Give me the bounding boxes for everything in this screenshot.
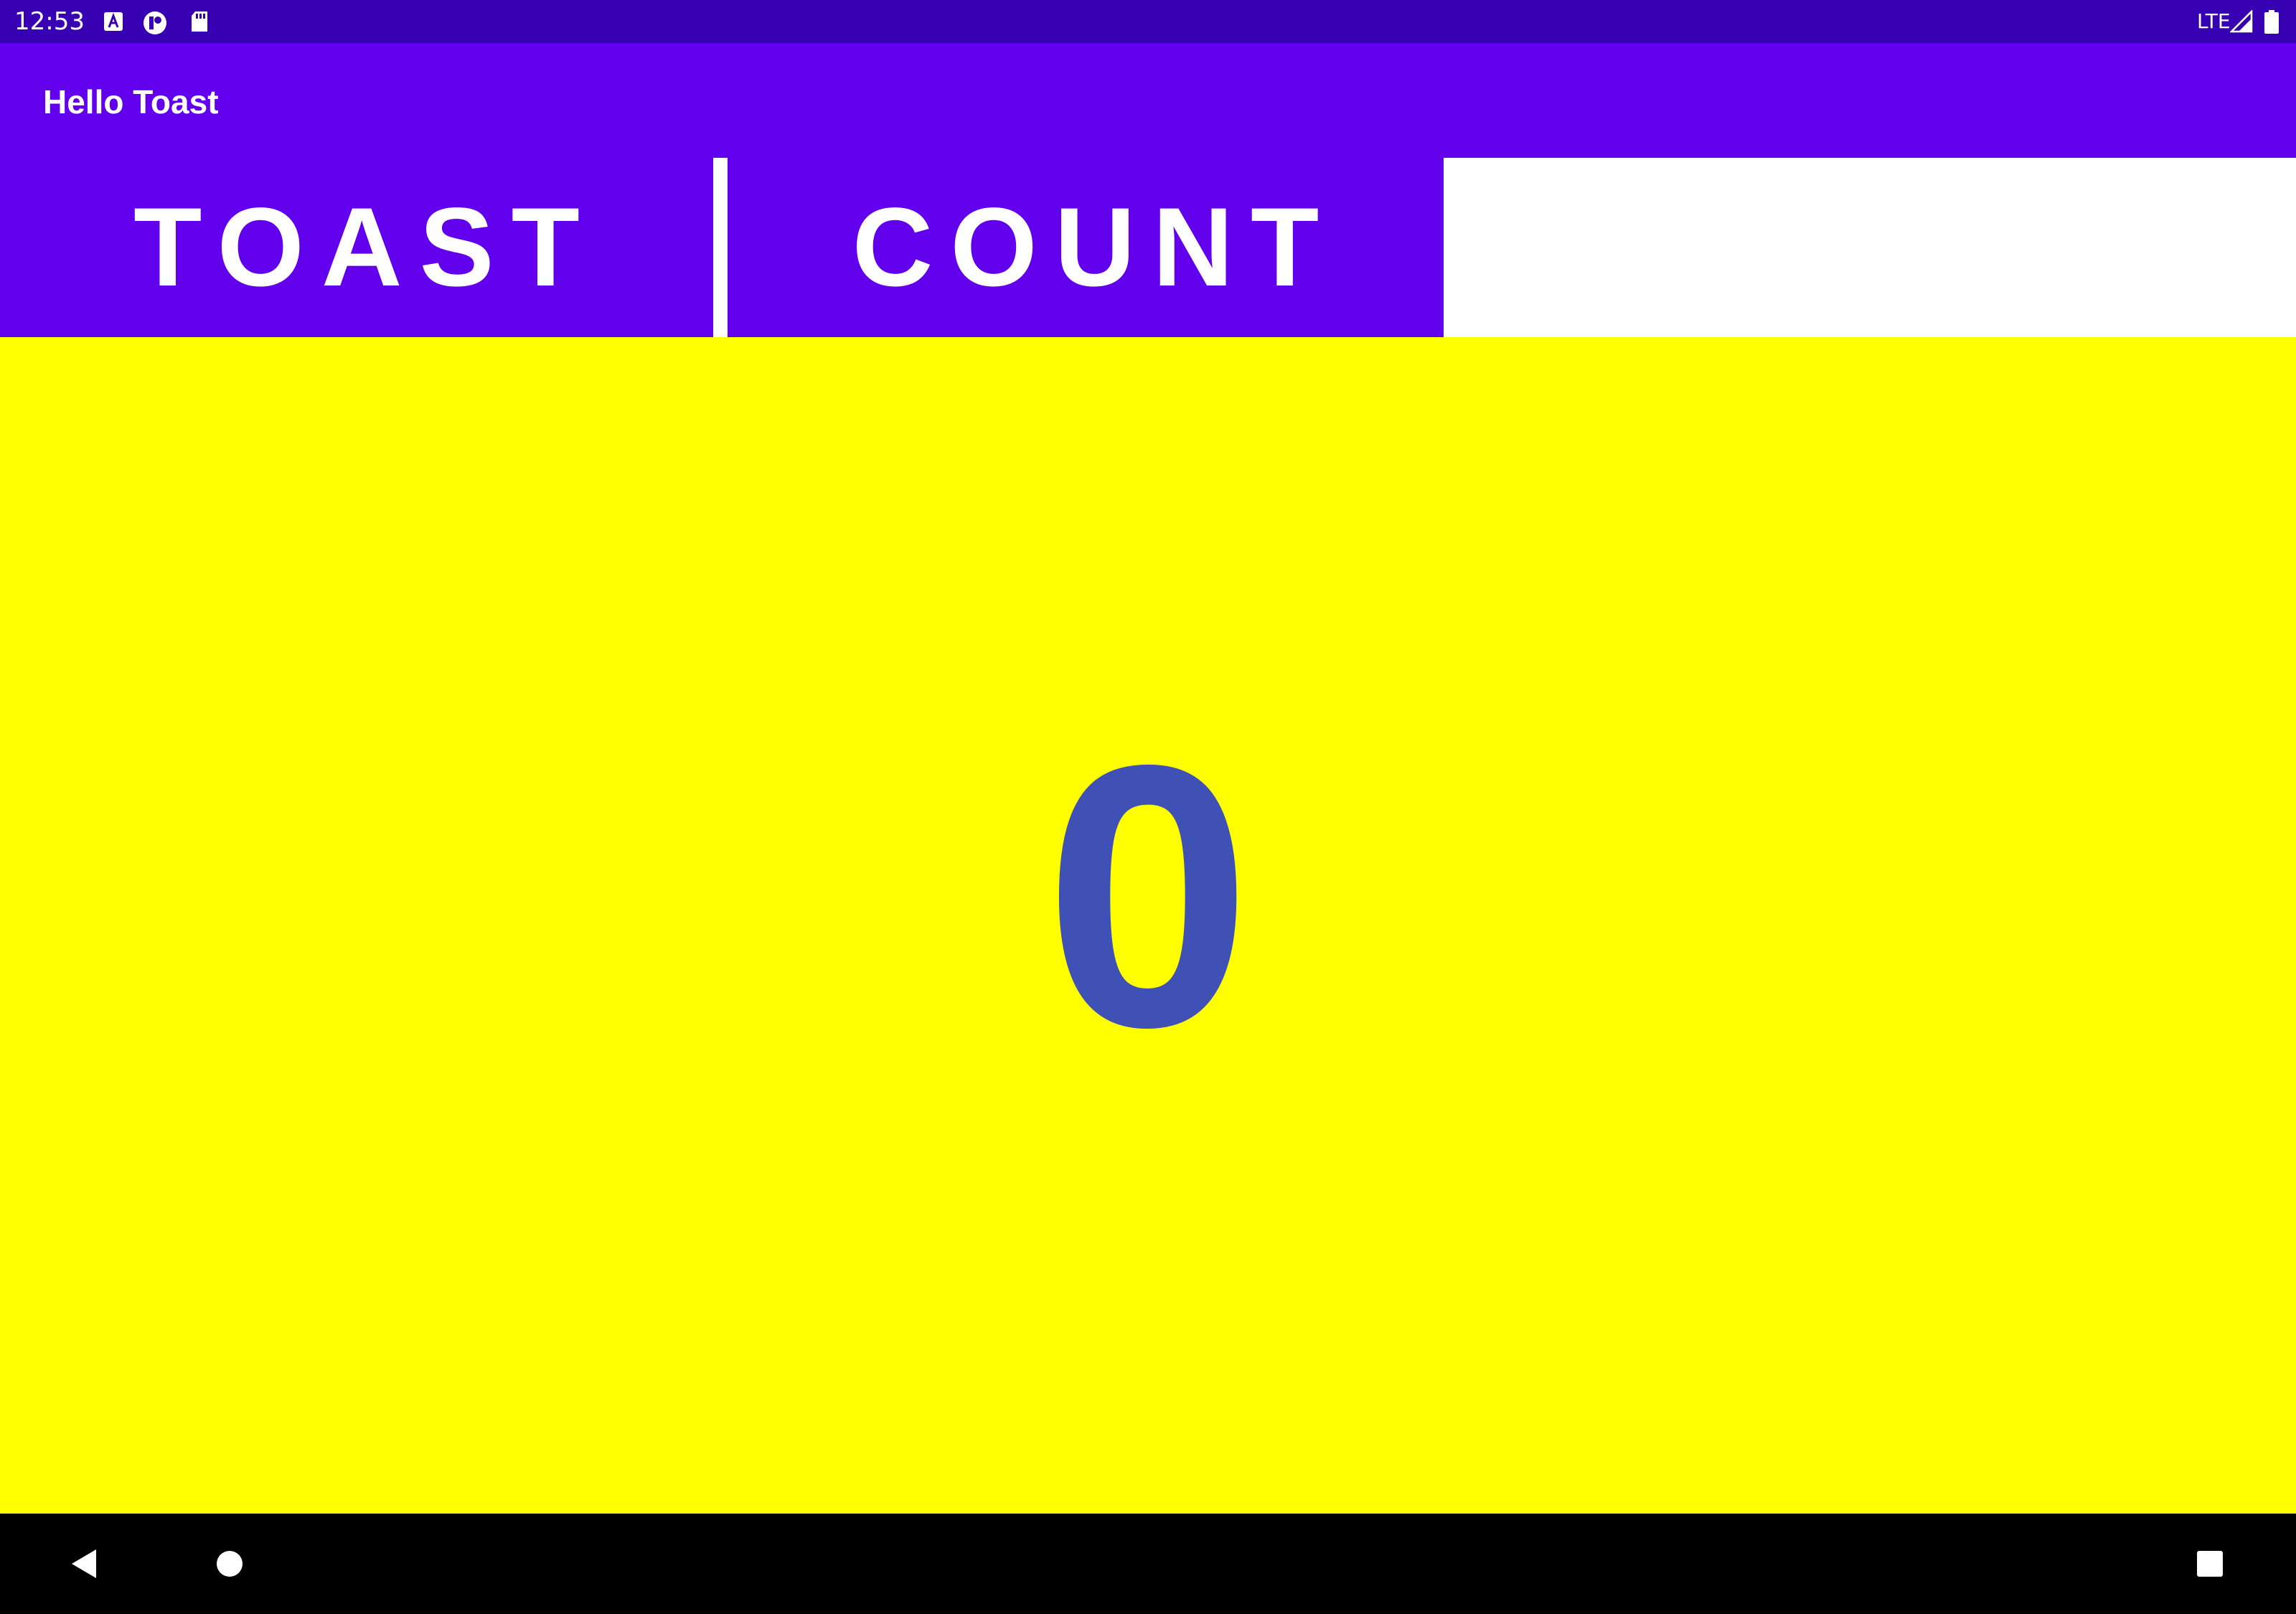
count-value: 0 — [1044, 688, 1252, 1105]
count-button[interactable]: COUNT — [728, 158, 1444, 337]
record-icon — [142, 10, 166, 34]
recents-icon[interactable] — [2181, 1535, 2239, 1592]
home-icon[interactable] — [201, 1535, 258, 1592]
network-type: LTE — [2197, 9, 2231, 33]
battery-icon — [2263, 10, 2286, 34]
toast-button-label: TOAST — [133, 184, 597, 310]
app-bar: Hello Toast — [0, 43, 2296, 158]
toast-button[interactable]: TOAST — [0, 158, 713, 337]
app-title: Hello Toast — [43, 83, 219, 121]
back-icon[interactable] — [56, 1535, 113, 1592]
signal-icon — [2229, 9, 2253, 33]
screen: 12:53 LTE Hello Toast TOAST COUNT 0 — [0, 0, 2296, 1614]
count-display: 0 — [0, 337, 2296, 1514]
count-button-label: COUNT — [852, 184, 1337, 310]
navigation-bar — [0, 1514, 2296, 1614]
sd-card-icon — [188, 10, 211, 33]
status-time: 12:53 — [14, 7, 85, 36]
buttons-row: TOAST COUNT — [0, 158, 2296, 337]
status-bar: 12:53 LTE — [0, 0, 2296, 43]
a-badge-icon — [102, 10, 125, 33]
